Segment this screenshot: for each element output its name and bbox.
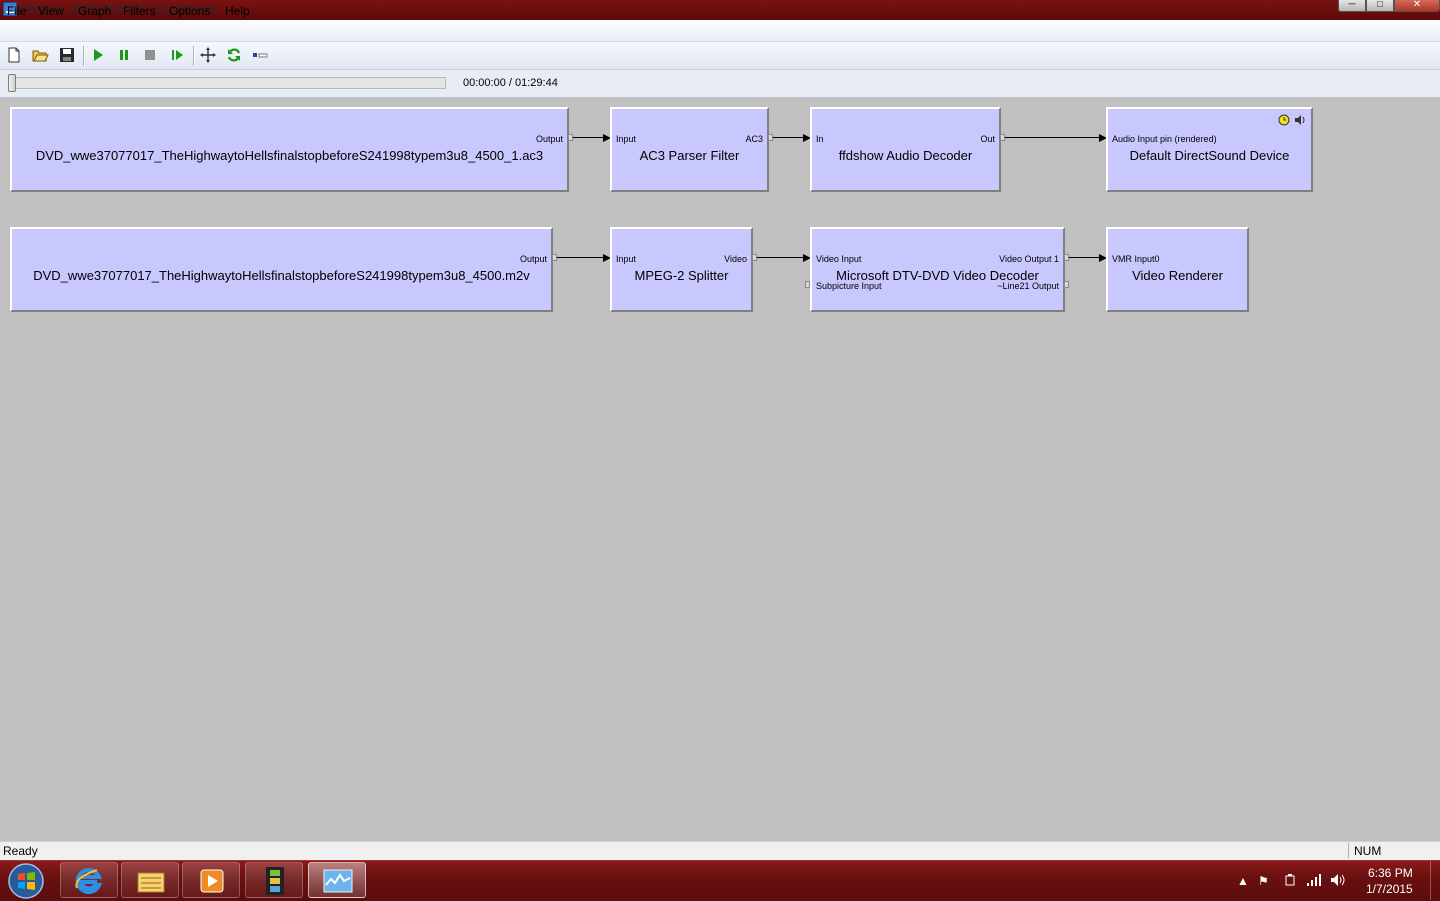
- pin-connection[interactable]: [773, 137, 804, 138]
- seek-track[interactable]: [10, 77, 446, 89]
- filter-audio-decoder[interactable]: In Out ffdshow Audio Decoder: [810, 107, 1001, 192]
- filter-name: ffdshow Audio Decoder: [838, 148, 973, 163]
- show-hidden-icons-button[interactable]: ▲: [1237, 874, 1249, 888]
- pin-connection[interactable]: [573, 137, 604, 138]
- pin-label: AC3: [745, 134, 763, 144]
- filter-name: Default DirectSound Device: [1129, 148, 1290, 163]
- media-player-icon: [200, 869, 224, 893]
- filter-video-renderer[interactable]: VMR Input0 Video Renderer: [1106, 227, 1249, 312]
- video-editor-icon: [266, 867, 284, 895]
- menu-filters[interactable]: Filters: [123, 4, 156, 18]
- minimize-button[interactable]: ─: [1338, 0, 1366, 12]
- pin-connection[interactable]: [557, 257, 604, 258]
- pin-label: In: [816, 134, 824, 144]
- status-text: Ready: [3, 844, 38, 858]
- status-bar: [0, 841, 1440, 861]
- refresh-icon[interactable]: [225, 46, 243, 64]
- num-lock-indicator: NUM: [1354, 844, 1382, 858]
- taskbar-video-editor-button[interactable]: [245, 862, 303, 898]
- pin-label: Input: [616, 134, 637, 144]
- arrange-icon[interactable]: [199, 46, 217, 64]
- pin-label: Output: [519, 254, 547, 264]
- network-icon[interactable]: [1306, 873, 1322, 887]
- seek-mode-icon[interactable]: [251, 46, 269, 64]
- toolbar-separator: [193, 46, 195, 66]
- filter-name: Video Renderer: [1132, 268, 1223, 283]
- filter-mpeg2-splitter[interactable]: Input Video MPEG-2 Splitter: [610, 227, 753, 312]
- play-icon[interactable]: [89, 46, 107, 64]
- pin-label: Video Output 1: [999, 254, 1059, 264]
- pin-connection[interactable]: [1005, 137, 1100, 138]
- menu-file[interactable]: File: [7, 4, 26, 18]
- menu-graph[interactable]: Graph: [78, 4, 111, 18]
- filter-name: DVD_wwe37077017_TheHighwaytoHellsfinalst…: [33, 268, 530, 283]
- taskbar-ie-button[interactable]: [60, 862, 118, 898]
- clock-icon: [1278, 114, 1290, 126]
- start-orb-icon[interactable]: [6, 862, 46, 900]
- pin-label: VMR Input0: [1112, 254, 1160, 264]
- filter-name: AC3 Parser Filter: [639, 148, 740, 163]
- filter-name: DVD_wwe37077017_TheHighwaytoHellsfinalst…: [35, 148, 544, 163]
- graph-canvas[interactable]: [0, 98, 1440, 840]
- graphstudio-icon: [323, 869, 353, 893]
- filter-audio-source[interactable]: Output DVD_wwe37077017_TheHighwaytoHells…: [10, 107, 569, 192]
- output-pin[interactable]: [1064, 281, 1069, 288]
- open-icon[interactable]: [31, 46, 49, 64]
- pause-icon[interactable]: [115, 46, 133, 64]
- step-icon[interactable]: [168, 46, 186, 64]
- pin-connection[interactable]: [1069, 257, 1100, 258]
- show-desktop-button[interactable]: [1430, 861, 1440, 900]
- filter-name: MPEG-2 Splitter: [634, 268, 729, 283]
- menu-view[interactable]: View: [38, 4, 64, 18]
- pin-label: Video: [724, 254, 747, 264]
- taskbar-media-player-button[interactable]: [182, 862, 240, 898]
- taskbar-explorer-button[interactable]: [121, 862, 179, 898]
- pin-label: Video Input: [816, 254, 862, 264]
- volume-icon[interactable]: [1330, 873, 1346, 887]
- menu-options[interactable]: Options: [169, 4, 210, 18]
- seek-slider-thumb[interactable]: [8, 74, 16, 92]
- pin-label: Output: [535, 134, 563, 144]
- save-icon[interactable]: [58, 46, 76, 64]
- file-explorer-icon: [137, 872, 165, 893]
- menu-help[interactable]: Help: [225, 4, 250, 18]
- pin-connection[interactable]: [757, 257, 804, 258]
- toolbar-separator: [83, 46, 85, 66]
- filter-audio-renderer[interactable]: Audio Input pin (rendered) Default Direc…: [1106, 107, 1313, 192]
- pin-label: Audio Input pin (rendered): [1112, 134, 1217, 144]
- action-center-flag-icon[interactable]: ⚑: [1258, 874, 1269, 888]
- pin-label: Subpicture Input: [816, 281, 882, 291]
- time-display: 00:00:00 / 01:29:44: [463, 77, 558, 89]
- close-button[interactable]: ✕: [1394, 0, 1440, 12]
- input-pin[interactable]: [805, 281, 810, 288]
- filter-ac3-parser[interactable]: Input AC3 AC3 Parser Filter: [610, 107, 769, 192]
- power-icon[interactable]: [1283, 873, 1297, 887]
- clock-date[interactable]: 1/7/2015: [1366, 882, 1413, 896]
- pin-label: Input: [616, 254, 637, 264]
- maximize-button[interactable]: □: [1366, 0, 1394, 12]
- filter-video-decoder[interactable]: Video Input Video Output 1 Microsoft DTV…: [810, 227, 1065, 312]
- filter-video-source[interactable]: Output DVD_wwe37077017_TheHighwaytoHells…: [10, 227, 553, 312]
- clock-time[interactable]: 6:36 PM: [1368, 866, 1413, 880]
- menu-bar: [0, 20, 1440, 42]
- new-icon[interactable]: [5, 46, 23, 64]
- pin-label: ~Line21 Output: [997, 281, 1059, 291]
- pin-label: Out: [980, 134, 995, 144]
- stop-icon[interactable]: [141, 46, 159, 64]
- speaker-icon: [1295, 115, 1305, 125]
- taskbar-graphstudio-button[interactable]: [308, 862, 366, 898]
- internet-explorer-icon: [75, 868, 102, 894]
